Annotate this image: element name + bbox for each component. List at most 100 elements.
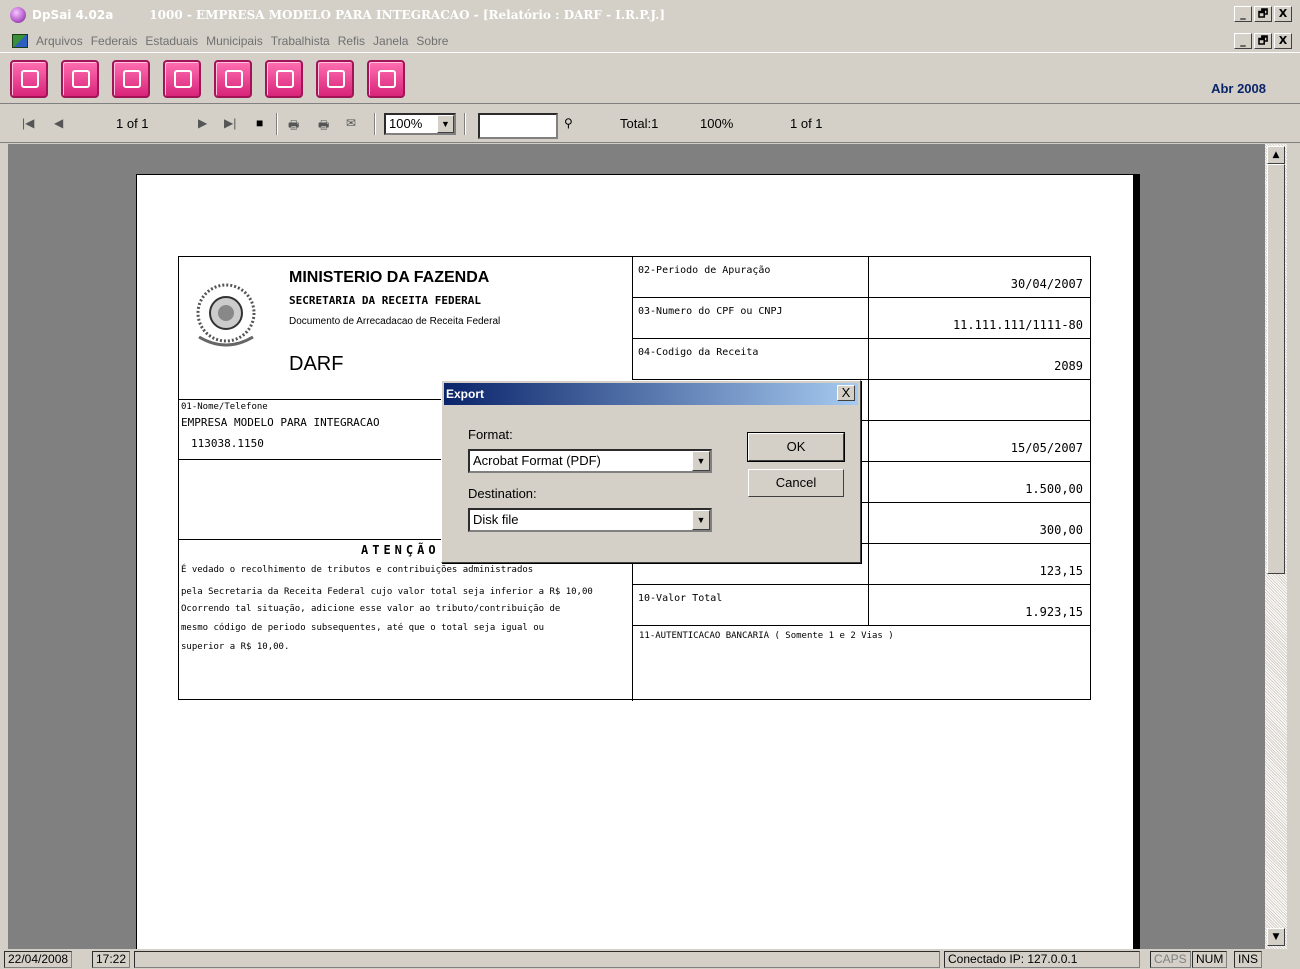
stop-icon[interactable]: ■ bbox=[256, 116, 263, 130]
dialog-close-icon[interactable]: X bbox=[837, 385, 855, 401]
page-status: 1 of 1 bbox=[790, 116, 823, 131]
aviso-line: pela Secretaria da Receita Federal cujo … bbox=[181, 587, 593, 597]
prev-page-icon[interactable]: ◀ bbox=[54, 116, 63, 130]
toolbar-tools-icon[interactable] bbox=[112, 60, 150, 98]
field-value: 15/05/2007 bbox=[1010, 441, 1083, 455]
separator bbox=[464, 113, 466, 135]
status-date: 22/04/2008 bbox=[4, 951, 73, 968]
print-icon[interactable]: 🖶 bbox=[288, 116, 299, 137]
page-indicator: 1 of 1 bbox=[116, 116, 149, 131]
vertical-scrollbar[interactable]: ▲ ▼ bbox=[1265, 144, 1287, 949]
menu-janela[interactable]: Janela bbox=[373, 34, 408, 48]
app-icon bbox=[10, 7, 26, 23]
cancel-button[interactable]: Cancel bbox=[748, 469, 844, 497]
destination-select[interactable]: Disk file ▼ bbox=[468, 508, 712, 532]
dialog-title: Export bbox=[444, 383, 858, 405]
minimize-button[interactable]: _ bbox=[1234, 6, 1252, 22]
empresa-nome: EMPRESA MODELO PARA INTEGRACAO bbox=[181, 416, 380, 429]
format-value: Acrobat Format (PDF) bbox=[473, 453, 601, 468]
nome-caption: 01-Nome/Telefone bbox=[181, 402, 268, 412]
field-caption: 10-Valor Total bbox=[638, 593, 723, 604]
aviso-line: superior a R$ 10,00. bbox=[181, 642, 290, 652]
menu-sobre[interactable]: Sobre bbox=[416, 34, 448, 48]
field-periodo: 02-Periodo de Apuração 30/04/2007 bbox=[632, 257, 1091, 298]
aviso-line: É vedado o recolhimento de tributos e co… bbox=[181, 565, 534, 575]
toolbar-table-icon[interactable] bbox=[316, 60, 354, 98]
next-page-icon[interactable]: ▶ bbox=[198, 116, 207, 130]
field-cnpj: 03-Numero do CPF ou CNPJ 11.111.111/1111-… bbox=[632, 298, 1091, 339]
format-select[interactable]: Acrobat Format (PDF) ▼ bbox=[468, 449, 712, 473]
autenticacao-caption: 11-AUTENTICACAO BANCARIA ( Somente 1 e 2… bbox=[639, 631, 894, 641]
field-value: 2089 bbox=[1054, 359, 1083, 373]
aviso-line: mesmo código de periodo subsequentes, at… bbox=[181, 623, 545, 633]
zoom-status: 100% bbox=[700, 116, 734, 131]
status-bar: 22/04/2008 17:22 Conectado IP: 127.0.0.1… bbox=[0, 949, 1300, 969]
zoom-value: 100% bbox=[389, 116, 423, 131]
field-caption: 04-Codigo da Receita bbox=[638, 347, 759, 358]
secretaria: SECRETARIA DA RECEITA FEDERAL bbox=[289, 294, 482, 307]
menu-federais[interactable]: Federais bbox=[91, 34, 138, 48]
field-value: 1.923,15 bbox=[1025, 605, 1083, 619]
destination-value: Disk file bbox=[473, 512, 519, 527]
field-caption: 02-Periodo de Apuração bbox=[638, 265, 771, 276]
export-icon[interactable]: ✉ bbox=[346, 116, 356, 130]
aviso-line: Ocorrendo tal situação, adicione esse va… bbox=[181, 604, 561, 614]
destination-label: Destination: bbox=[468, 486, 537, 501]
status-time: 17:22 bbox=[92, 951, 131, 968]
child-restore-button[interactable]: 🗗 bbox=[1254, 33, 1272, 49]
toolbar-calculator-icon[interactable] bbox=[163, 60, 201, 98]
doc-type: Documento de Arrecadacao de Receita Fede… bbox=[289, 316, 501, 327]
menu-trabalhista[interactable]: Trabalhista bbox=[271, 34, 330, 48]
field-codigo: 04-Codigo da Receita 2089 bbox=[632, 339, 1091, 380]
toolbar-edit-icon[interactable] bbox=[10, 60, 48, 98]
separator bbox=[276, 113, 278, 135]
toolbar-exit-icon[interactable] bbox=[367, 60, 405, 98]
restore-button[interactable]: 🗗 bbox=[1254, 6, 1272, 22]
first-page-icon[interactable]: |◀ bbox=[22, 116, 34, 130]
current-period: Abr 2008 bbox=[1211, 81, 1266, 96]
child-minimize-button[interactable]: _ bbox=[1234, 33, 1252, 49]
toolbar-chart-icon[interactable] bbox=[214, 60, 252, 98]
status-connection: Conectado IP: 127.0.0.1 bbox=[944, 951, 1140, 968]
scroll-down-icon[interactable]: ▼ bbox=[1267, 928, 1285, 946]
field-value: 1.500,00 bbox=[1025, 482, 1083, 496]
menu-municipais[interactable]: Municipais bbox=[206, 34, 263, 48]
scroll-up-icon[interactable]: ▲ bbox=[1267, 146, 1285, 164]
chevron-down-icon[interactable]: ▼ bbox=[692, 510, 710, 530]
search-input[interactable] bbox=[478, 113, 558, 139]
org-name: MINISTERIO DA FAZENDA bbox=[289, 269, 490, 286]
toolbar-report-icon[interactable] bbox=[265, 60, 303, 98]
last-page-icon[interactable]: ▶| bbox=[224, 116, 236, 130]
export-dialog: Export X Format: Acrobat Format (PDF) ▼ … bbox=[441, 380, 861, 563]
scroll-thumb[interactable] bbox=[1267, 164, 1285, 574]
print-setup-icon[interactable]: 🖶 bbox=[318, 116, 329, 137]
telefone: 113038.1150 bbox=[191, 437, 264, 450]
darf-label: DARF bbox=[289, 353, 344, 375]
menu-estaduais[interactable]: Estaduais bbox=[145, 34, 198, 48]
chevron-down-icon[interactable]: ▼ bbox=[437, 115, 454, 133]
field-value: 30/04/2007 bbox=[1010, 277, 1083, 291]
field-value: 123,15 bbox=[1039, 564, 1083, 578]
status-ins: INS bbox=[1234, 951, 1263, 968]
close-button[interactable]: X bbox=[1274, 6, 1292, 22]
format-label: Format: bbox=[468, 427, 513, 442]
total-records: Total:1 bbox=[620, 116, 659, 131]
field-caption: 03-Numero do CPF ou CNPJ bbox=[638, 306, 783, 317]
report-toolbar: |◀ ◀ 1 of 1 ▶ ▶| ■ 🖶 🖶 ✉ 100% ▼ ⚲ Total:… bbox=[0, 105, 1300, 143]
menu-refis[interactable]: Refis bbox=[338, 34, 365, 48]
main-toolbar: Abr 2008 bbox=[0, 52, 1300, 104]
field-value: 11.111.111/1111-80 bbox=[952, 318, 1083, 332]
chevron-down-icon[interactable]: ▼ bbox=[692, 451, 710, 471]
mdi-child-icon[interactable] bbox=[12, 34, 28, 48]
ok-button[interactable]: OK bbox=[747, 432, 845, 462]
status-num: NUM bbox=[1192, 951, 1228, 968]
title-bar-content: DpSai 4.02a 1000 - EMPRESA MODELO PARA I… bbox=[0, 0, 1300, 30]
menu-arquivos[interactable]: Arquivos bbox=[36, 34, 83, 48]
app-title: DpSai 4.02a bbox=[32, 8, 114, 22]
window-title: 1000 - EMPRESA MODELO PARA INTEGRACAO - … bbox=[149, 8, 666, 22]
toolbar-money-icon[interactable] bbox=[61, 60, 99, 98]
binoculars-icon[interactable]: ⚲ bbox=[564, 116, 573, 130]
status-caps: CAPS bbox=[1150, 951, 1191, 968]
zoom-select[interactable]: 100% ▼ bbox=[384, 113, 456, 135]
child-close-button[interactable]: X bbox=[1274, 33, 1292, 49]
